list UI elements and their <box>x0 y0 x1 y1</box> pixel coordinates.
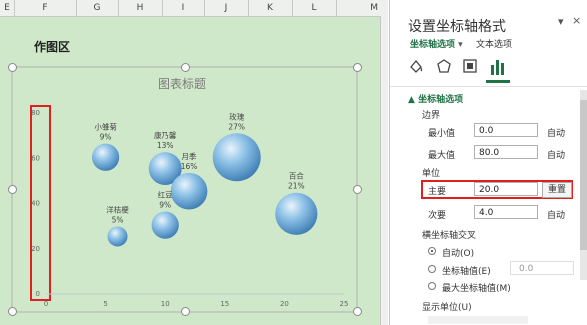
pane-scroll-thumb[interactable] <box>580 100 587 250</box>
bubble <box>91 143 120 171</box>
bubble-value-label: 21% <box>288 182 305 191</box>
major-label: 主要 <box>428 187 447 197</box>
axis-options-tab[interactable] <box>486 56 510 83</box>
bubble-name-label: 洋桔梗 <box>106 204 129 214</box>
max-value-input[interactable]: 80.0 <box>474 145 538 159</box>
x-tick-label: 20 <box>280 300 289 308</box>
major-unit-input[interactable]: 20.0 <box>474 182 538 196</box>
cross-axis-value-label[interactable]: 坐标轴值(E) <box>442 264 491 277</box>
bubble <box>107 226 128 247</box>
resize-handle[interactable] <box>8 185 17 194</box>
bubble-value-label: 27% <box>228 122 245 131</box>
y-tick-label: 40 <box>31 200 40 208</box>
bubble <box>212 133 261 182</box>
bubble <box>170 172 208 210</box>
x-tick-label: 10 <box>161 300 170 308</box>
minor-auto-button[interactable]: 自动 <box>547 208 565 221</box>
close-icon[interactable]: × <box>572 14 581 27</box>
bubble-value-label: 5% <box>112 215 124 224</box>
minor-unit-input[interactable]: 4.0 <box>474 205 538 219</box>
bubble-name-label: 小雏菊 <box>94 122 117 132</box>
max-auto-button[interactable]: 自动 <box>547 148 565 161</box>
tab-text-options[interactable]: 文本选项 <box>476 37 512 50</box>
effects-icon[interactable] <box>436 58 452 74</box>
y-tick-label: 80 <box>31 109 40 117</box>
pane-title: 设置坐标轴格式 <box>408 19 506 35</box>
bubble-name-label: 百合 <box>289 171 304 181</box>
cross-label: 横坐标轴交叉 <box>422 231 477 241</box>
minor-label: 次要 <box>428 211 447 221</box>
bubble-value-label: 13% <box>157 141 174 150</box>
vertical-scrollbar[interactable] <box>380 16 388 325</box>
bubble-name-label: 玫瑰 <box>229 111 244 121</box>
bubble-value-label: 9% <box>159 201 171 210</box>
resize-handle[interactable] <box>8 307 17 316</box>
cross-auto-label[interactable]: 自动(O) <box>442 246 474 259</box>
section-axis-options[interactable]: ▲ 坐标轴选项 <box>408 92 463 105</box>
units-label: 单位 <box>422 169 441 179</box>
format-axis-pane: 设置坐标轴格式 ▾ × 坐标轴选项 ▾ 文本选项 ▲ 坐标轴选项 边界 最小值 … <box>389 0 587 325</box>
size-properties-icon[interactable] <box>462 58 478 74</box>
y-tick-label: 0 <box>36 290 40 298</box>
cross-axis-value-input[interactable]: 0.0 <box>510 261 574 275</box>
bubble-name-label: 红豆 <box>158 190 173 200</box>
display-units-partial <box>428 316 528 324</box>
x-tick-label: 25 <box>340 300 349 308</box>
x-tick-label: 0 <box>44 300 48 308</box>
resize-handle[interactable] <box>181 63 190 72</box>
bounds-label: 边界 <box>422 111 441 121</box>
bubble <box>151 211 179 239</box>
resize-handle[interactable] <box>353 185 362 194</box>
cross-max-radio[interactable] <box>428 282 436 290</box>
resize-handle[interactable] <box>8 63 17 72</box>
fill-line-icon[interactable] <box>408 58 424 74</box>
cross-axis-value-radio[interactable] <box>428 265 436 273</box>
min-label: 最小值 <box>428 129 456 139</box>
worksheet-area[interactable]: E F G H I J K L M 作图区 图表标题 0 20 40 60 80 0 5 10 1… <box>0 0 388 325</box>
bubble-name-label: 康乃馨 <box>154 130 177 140</box>
tab-axis-options[interactable]: 坐标轴选项 ▾ <box>410 37 463 50</box>
cross-max-label[interactable]: 最大坐标轴值(M) <box>442 281 511 294</box>
x-tick-label: 15 <box>220 300 229 308</box>
bubble-chart[interactable]: 图表标题0204060800 5 10 15 20 25小雏菊9% 康乃馨13%月季16%玫… <box>0 0 388 325</box>
bubble-value-label: 16% <box>181 162 198 171</box>
min-auto-button[interactable]: 自动 <box>547 126 565 139</box>
y-tick-label: 60 <box>31 154 40 162</box>
resize-handle[interactable] <box>181 307 190 316</box>
major-reset-button[interactable]: 重置 <box>542 182 572 198</box>
bubble-value-label: 9% <box>100 133 112 142</box>
bar-chart-icon <box>491 60 504 75</box>
bubble-name-label: 月季 <box>182 151 197 161</box>
y-tick-label: 20 <box>31 245 40 253</box>
resize-handle[interactable] <box>353 307 362 316</box>
display-units-label: 显示单位(U) <box>422 303 472 313</box>
bubble <box>275 192 318 235</box>
max-label: 最大值 <box>428 151 456 161</box>
chart-title: 图表标题 <box>158 77 206 91</box>
resize-handle[interactable] <box>353 63 362 72</box>
pane-menu-icon[interactable]: ▾ <box>558 15 564 28</box>
x-tick-label: 5 <box>103 300 107 308</box>
min-value-input[interactable]: 0.0 <box>474 123 538 137</box>
cross-auto-radio[interactable] <box>428 247 436 255</box>
